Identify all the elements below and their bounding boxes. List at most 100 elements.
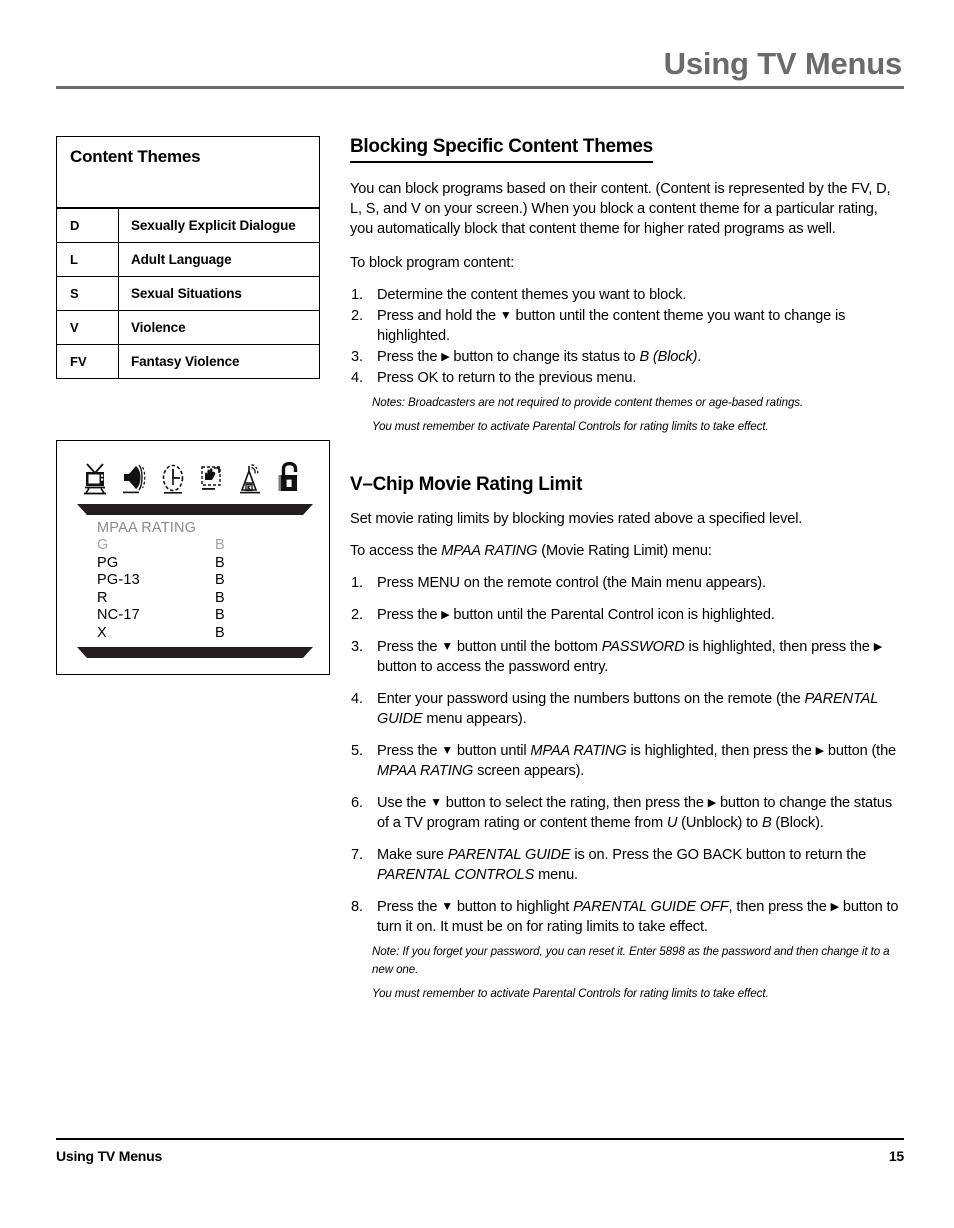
rating-status: B <box>215 537 225 553</box>
theme-code: D <box>56 207 119 243</box>
left-column: Content Themes D Sexually Explicit Dialo… <box>56 136 331 379</box>
theme-description: Violence <box>118 310 320 345</box>
page-title: Using TV Menus <box>663 46 903 81</box>
rating-row[interactable]: PG-13 B <box>97 572 307 590</box>
step-text: (Block). <box>771 814 824 831</box>
step-emphasis: PARENTAL CONTROLS <box>377 866 535 883</box>
table-row: S Sexual Situations <box>56 276 320 311</box>
table-title: Content Themes <box>70 147 201 166</box>
step-text: , then press the <box>728 898 831 915</box>
step-text: Press the <box>377 742 442 759</box>
rating-label: X <box>97 624 107 641</box>
step-emphasis: U <box>666 814 678 831</box>
list-item: 3. Press the ▶ button to change its statu… <box>350 347 904 367</box>
rating-label: PG-13 <box>97 572 140 588</box>
step-text: button (the <box>823 742 896 759</box>
list-item: 7. Make sure PARENTAL GUIDE is on. Press … <box>350 845 904 885</box>
vchip-intro-paragraph: Set movie rating limits by blocking movi… <box>350 510 803 527</box>
audio-speaker-icon <box>120 457 148 501</box>
list-item: 8. Press the ▼ button to highlight PARENT… <box>350 897 904 937</box>
step-text: is highlighted, then press the <box>684 638 874 655</box>
mpaa-rating-menu: MPAA RATING G B PG B PG-13 B R B NC-17 B <box>97 519 307 642</box>
step-number: 3. <box>351 348 363 365</box>
menu-bar-bottom <box>77 647 313 658</box>
step-text: button to select the rating, then press … <box>441 794 708 811</box>
step-number: 1. <box>351 574 363 591</box>
lead-in-emphasis: MPAA RATING <box>441 542 538 559</box>
step-number: 8. <box>351 898 363 915</box>
rating-row[interactable]: NC-17 B <box>97 607 307 625</box>
footer-row: Using TV Menus 15 <box>56 1148 904 1164</box>
lead-in-a: To access the <box>350 542 442 559</box>
table-title-cell: Content Themes <box>56 136 320 209</box>
rating-label: R <box>97 589 108 606</box>
step-text: is highlighted, then press the <box>626 742 816 759</box>
step-text: is on. Press the GO BACK button to retur… <box>570 846 867 863</box>
step-text: Make sure <box>377 846 448 863</box>
page-header: Using TV Menus <box>56 46 904 89</box>
document-page: Using TV Menus Content Themes D Sexually… <box>0 0 954 1228</box>
step-number: 4. <box>351 369 363 386</box>
rating-status: B <box>215 624 225 641</box>
vchip-note-1: Note: If you forget your password, you c… <box>372 944 890 976</box>
tv-menu-screenshot-figure: MPAA RATING G B PG B PG-13 B R B NC-17 B <box>56 440 330 675</box>
step-number: 4. <box>351 690 363 707</box>
rating-row[interactable]: R B <box>97 590 307 608</box>
theme-code: V <box>56 310 119 345</box>
list-item: 5. Press the ▼ button until MPAA RATING i… <box>350 741 904 781</box>
content-themes-table-body: Content Themes D Sexually Explicit Dialo… <box>56 136 320 379</box>
blocking-intro-paragraph: You can block programs based on their co… <box>350 180 891 237</box>
antenna-broadcast-icon <box>237 457 265 501</box>
step-number: 2. <box>351 606 363 623</box>
step-text: Press MENU on the remote control (the Ma… <box>377 574 766 591</box>
step-text: . <box>697 348 702 365</box>
theme-description: Fantasy Violence <box>118 344 320 379</box>
step-emphasis: PARENTAL GUIDE <box>447 846 571 863</box>
table-row: V Violence <box>56 310 320 345</box>
down-arrow-icon: ▼ <box>430 794 442 809</box>
step-emphasis: PARENTAL GUIDE OFF <box>573 898 729 915</box>
clock-icon <box>159 457 187 501</box>
vchip-lead-in: To access the MPAA RATING (Movie Rating … <box>350 541 904 561</box>
list-item: 1. Determine the content themes you want … <box>350 285 904 305</box>
step-text: button to highlight <box>452 898 574 915</box>
step-text: Press the <box>377 898 442 915</box>
blocking-section-heading: Blocking Specific Content Themes <box>350 136 653 163</box>
rating-status: B <box>215 607 225 623</box>
content-themes-table: Content Themes D Sexually Explicit Dialo… <box>56 136 320 379</box>
theme-code: FV <box>56 344 119 379</box>
step-text: menu appears). <box>422 710 527 727</box>
step-text: menu. <box>534 866 578 883</box>
right-arrow-icon: ▶ <box>441 608 450 621</box>
vchip-steps-list: 1. Press MENU on the remote control (the … <box>350 573 904 937</box>
list-item: 4. Enter your password using the numbers … <box>350 689 904 729</box>
table-header-row: Content Themes <box>56 136 320 209</box>
blocking-note-1: Notes: Broadcasters are not required to … <box>372 395 804 409</box>
list-item: 2. Press and hold the ▼ button until the … <box>350 306 904 346</box>
rating-status: B <box>215 589 225 606</box>
parental-lock-icon[interactable] <box>276 457 304 501</box>
down-arrow-icon: ▼ <box>441 742 453 757</box>
list-item: 4. Press OK to return to the previous men… <box>350 368 904 388</box>
rating-row[interactable]: PG B <box>97 555 307 573</box>
footer-rule <box>56 1138 904 1141</box>
theme-code: L <box>56 242 119 277</box>
rating-status: B <box>215 572 225 588</box>
theme-description: Sexually Explicit Dialogue <box>118 207 320 243</box>
step-text: Determine the content themes you want to… <box>377 286 687 303</box>
step-text: Use the <box>377 794 431 811</box>
step-emphasis: MPAA RATING <box>530 742 627 759</box>
list-item: 2. Press the ▶ button until the Parental … <box>350 605 904 625</box>
list-item: 1. Press MENU on the remote control (the … <box>350 573 904 593</box>
rating-row[interactable]: G B <box>97 537 307 555</box>
step-text: Press the <box>377 606 442 623</box>
step-emphasis: B <box>761 814 772 831</box>
list-item: 6. Use the ▼ button to select the rating,… <box>350 793 904 833</box>
page-number: 15 <box>888 1148 904 1165</box>
tv-icon <box>81 457 109 501</box>
right-arrow-icon: ▶ <box>815 744 824 757</box>
step-emphasis: MPAA RATING <box>377 762 474 779</box>
step-emphasis: B (Block) <box>639 348 698 365</box>
theme-description: Sexual Situations <box>118 276 320 311</box>
rating-row[interactable]: X B <box>97 625 307 643</box>
